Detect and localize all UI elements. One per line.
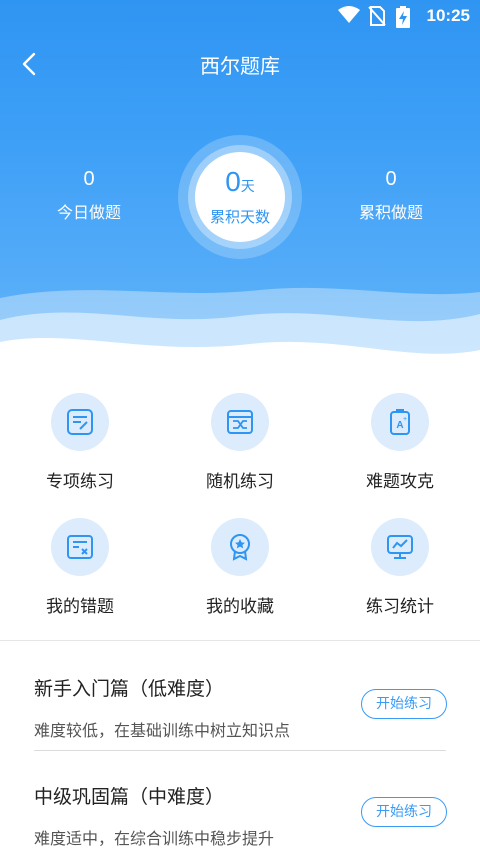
level-description: 难度适中，在综合训练中稳步提升	[34, 829, 275, 848]
menu-label: 我的错题	[46, 597, 114, 617]
edit-note-icon	[67, 409, 93, 435]
menu-label: 难题攻克	[366, 472, 434, 492]
wifi-icon	[338, 6, 360, 23]
menu-icon-circle	[211, 518, 269, 576]
menu-icon-circle	[211, 393, 269, 451]
svg-text:+: +	[403, 416, 407, 423]
stat-total-label: 累积做题	[358, 203, 423, 222]
level-description: 难度较低，在基础训练中树立知识点	[34, 721, 291, 740]
menu-icon-circle: A +	[371, 393, 429, 451]
battery-charging-icon	[396, 6, 410, 28]
start-practice-button[interactable]: 开始练习	[361, 689, 447, 719]
menu-item-hard-questions[interactable]: A + 难题攻克	[340, 393, 460, 492]
menu-icon-circle	[371, 518, 429, 576]
level-separator	[34, 750, 446, 751]
shuffle-icon	[227, 410, 253, 434]
no-sim-icon	[368, 6, 386, 26]
stat-total-value: 0	[385, 168, 397, 190]
status-bar: 10:25	[0, 0, 480, 32]
section-divider	[0, 640, 480, 641]
menu-item-statistics[interactable]: 练习统计	[340, 518, 460, 617]
favorite-badge-icon	[230, 534, 250, 561]
page-title: 西尔题库	[200, 54, 280, 78]
header-banner: 10:25 西尔题库 0 今日做题 0天 累积天数 0 累积做题	[0, 0, 480, 372]
menu-label: 练习统计	[366, 597, 434, 617]
menu-item-special-practice[interactable]: 专项练习	[20, 393, 140, 492]
menu-item-favorites[interactable]: 我的收藏	[180, 518, 300, 617]
status-time: 10:25	[426, 6, 470, 25]
menu-label: 专项练习	[46, 472, 114, 492]
menu-item-random-practice[interactable]: 随机练习	[180, 393, 300, 492]
stat-today-label: 今日做题	[56, 203, 121, 222]
stat-days-label: 累积天数	[209, 208, 270, 226]
wave-decoration	[0, 287, 480, 372]
hard-question-icon: A +	[390, 409, 410, 435]
nav-bar: 西尔题库	[0, 40, 480, 88]
stat-days: 0天	[195, 166, 285, 198]
menu-icon-circle	[51, 518, 109, 576]
start-practice-button[interactable]: 开始练习	[361, 797, 447, 827]
menu-item-wrong-answers[interactable]: 我的错题	[20, 518, 140, 617]
menu-label: 随机练习	[206, 472, 274, 492]
stat-days-unit: 天	[240, 179, 255, 195]
wrong-answer-icon	[67, 535, 93, 559]
menu-icon-circle	[51, 393, 109, 451]
statistics-icon	[387, 535, 413, 559]
stat-today: 0 今日做题	[19, 168, 159, 223]
stat-days-value: 0	[225, 166, 241, 197]
menu-label: 我的收藏	[206, 597, 274, 617]
stat-total: 0 累积做题	[321, 168, 461, 223]
stat-today-value: 0	[83, 168, 95, 190]
